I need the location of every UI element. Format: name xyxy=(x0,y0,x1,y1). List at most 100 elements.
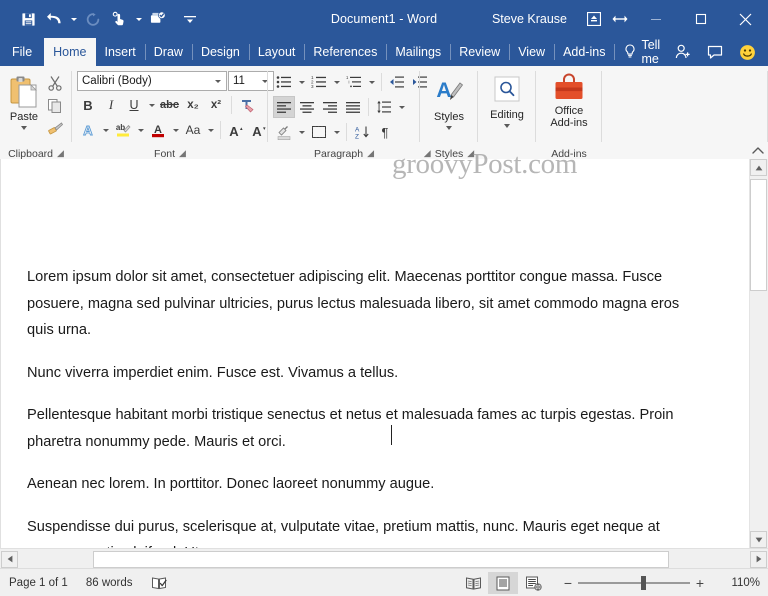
grow-font-button[interactable]: A xyxy=(225,119,247,141)
shrink-font-button[interactable]: A xyxy=(248,119,270,141)
highlight-dropdown-icon[interactable] xyxy=(135,119,146,141)
justify-button[interactable] xyxy=(342,96,364,118)
borders-button[interactable] xyxy=(308,121,330,143)
scroll-up-arrow-icon[interactable] xyxy=(750,159,767,176)
account-name[interactable]: Steve Krause xyxy=(492,12,567,26)
text-effects-button[interactable]: A xyxy=(77,119,99,141)
print-layout-button[interactable] xyxy=(488,572,518,594)
multilevel-dropdown-icon[interactable] xyxy=(366,71,377,93)
collapse-ribbon-chevron-up-icon[interactable] xyxy=(750,142,766,158)
underline-dropdown-icon[interactable] xyxy=(146,94,157,116)
change-case-button[interactable]: Aa xyxy=(182,119,204,141)
cut-icon[interactable] xyxy=(43,72,67,94)
restore-icon[interactable] xyxy=(678,0,723,38)
redo-icon[interactable] xyxy=(81,6,105,32)
scroll-left-arrow-icon[interactable] xyxy=(1,550,18,568)
paste-dropdown-icon[interactable] xyxy=(21,126,27,130)
align-right-button[interactable] xyxy=(319,96,341,118)
horizontal-scroll-track[interactable] xyxy=(19,550,749,568)
customize-quick-access-toolbar-icon[interactable] xyxy=(178,6,202,32)
font-name-combo[interactable]: Calibri (Body) xyxy=(77,71,227,91)
minimize-icon[interactable] xyxy=(633,0,678,38)
tab-insert[interactable]: Insert xyxy=(96,38,145,66)
proofing-errors-icon[interactable] xyxy=(142,576,177,591)
tab-design[interactable]: Design xyxy=(191,38,249,66)
read-mode-button[interactable] xyxy=(458,572,488,594)
document-paragraph[interactable]: Lorem ipsum dolor sit amet, consectetuer… xyxy=(27,264,691,344)
format-painter-icon[interactable] xyxy=(43,118,67,140)
document-body[interactable]: Lorem ipsum dolor sit amet, consectetuer… xyxy=(1,159,751,548)
page-indicator[interactable]: Page 1 of 1 xyxy=(0,577,77,589)
tab-review[interactable]: Review xyxy=(450,38,509,66)
bullets-dropdown-icon[interactable] xyxy=(296,71,307,93)
office-addins-button[interactable]: Office Add-ins xyxy=(541,71,597,129)
borders-dropdown-icon[interactable] xyxy=(331,121,342,143)
decrease-indent-button[interactable] xyxy=(386,71,408,93)
tab-layout[interactable]: Layout xyxy=(248,38,305,66)
editing-dropdown-icon[interactable] xyxy=(504,124,510,128)
change-case-dropdown-icon[interactable] xyxy=(205,119,216,141)
styles-dialog-launcher[interactable]: ◢ xyxy=(467,148,474,159)
zoom-out-button[interactable]: − xyxy=(558,573,578,593)
feedback-smiley-icon[interactable] xyxy=(732,38,762,66)
shading-dropdown-icon[interactable] xyxy=(296,121,307,143)
touch-mode-icon[interactable] xyxy=(107,6,131,32)
editing-button[interactable]: Editing xyxy=(484,71,530,128)
underline-button[interactable]: U xyxy=(123,94,145,116)
web-layout-button[interactable] xyxy=(518,572,548,594)
show-formatting-marks-button[interactable]: ¶ xyxy=(374,121,396,143)
zoom-level-label[interactable]: 110% xyxy=(716,577,760,589)
font-color-dropdown-icon[interactable] xyxy=(170,119,181,141)
align-left-button[interactable] xyxy=(273,96,295,118)
scroll-down-arrow-icon[interactable] xyxy=(750,531,767,548)
styles-gallery-launcher[interactable]: ◢ xyxy=(424,148,431,159)
paste-button[interactable]: Paste xyxy=(5,71,43,130)
text-effects-dropdown-icon[interactable] xyxy=(100,119,111,141)
copy-icon[interactable] xyxy=(43,95,67,117)
clipboard-dialog-launcher[interactable]: ◢ xyxy=(57,148,64,159)
align-center-button[interactable] xyxy=(296,96,318,118)
document-paragraph[interactable]: Aenean nec lorem. In porttitor. Donec la… xyxy=(27,471,691,498)
touch-mode-dropdown-icon[interactable] xyxy=(133,6,144,32)
tab-view[interactable]: View xyxy=(509,38,554,66)
ribbon-display-options-icon[interactable] xyxy=(581,4,607,34)
zoom-in-button[interactable]: + xyxy=(690,573,710,593)
horizontal-scroll-thumb[interactable] xyxy=(93,550,669,568)
font-color-button[interactable]: A xyxy=(147,119,169,141)
document-canvas[interactable]: Lorem ipsum dolor sit amet, consectetuer… xyxy=(0,159,768,548)
start-inking-icon[interactable] xyxy=(146,6,170,32)
text-highlight-color-button[interactable]: ab xyxy=(112,119,134,141)
scroll-right-arrow-icon[interactable] xyxy=(750,550,767,568)
tab-draw[interactable]: Draw xyxy=(144,38,192,66)
zoom-slider-handle[interactable] xyxy=(641,576,646,590)
numbering-button[interactable]: 1 2 3 xyxy=(308,71,330,93)
save-icon[interactable] xyxy=(16,6,40,32)
styles-button[interactable]: A Styles xyxy=(426,71,472,130)
horizontal-scrollbar[interactable] xyxy=(0,548,768,569)
multilevel-list-button[interactable]: 1 i xyxy=(343,71,365,93)
comments-icon[interactable] xyxy=(700,38,730,66)
tell-me-search[interactable]: Tell me xyxy=(614,38,668,66)
tab-home[interactable]: Home xyxy=(44,38,96,66)
document-paragraph[interactable]: Suspendisse dui purus, scelerisque at, v… xyxy=(27,514,691,549)
font-dialog-launcher[interactable]: ◢ xyxy=(179,148,186,159)
share-person-icon[interactable] xyxy=(668,38,698,66)
superscript-button[interactable]: x² xyxy=(205,94,227,116)
vertical-scrollbar[interactable] xyxy=(749,159,768,548)
paragraph-dialog-launcher[interactable]: ◢ xyxy=(367,148,374,159)
strikethrough-button[interactable]: abc xyxy=(158,94,181,116)
numbering-dropdown-icon[interactable] xyxy=(331,71,342,93)
tab-file[interactable]: File xyxy=(0,38,44,66)
close-icon[interactable] xyxy=(723,0,768,38)
zoom-slider[interactable] xyxy=(578,573,690,593)
document-page[interactable]: Lorem ipsum dolor sit amet, consectetuer… xyxy=(0,159,751,548)
tab-mailings[interactable]: Mailings xyxy=(386,38,450,66)
undo-icon[interactable] xyxy=(42,6,66,32)
clear-formatting-button[interactable] xyxy=(236,94,258,116)
font-name-dropdown-icon[interactable] xyxy=(212,80,224,83)
line-spacing-dropdown-icon[interactable] xyxy=(396,96,407,118)
tab-references[interactable]: References xyxy=(304,38,386,66)
word-count[interactable]: 86 words xyxy=(77,577,142,589)
styles-dropdown-icon[interactable] xyxy=(446,126,452,130)
italic-button[interactable]: I xyxy=(100,94,122,116)
